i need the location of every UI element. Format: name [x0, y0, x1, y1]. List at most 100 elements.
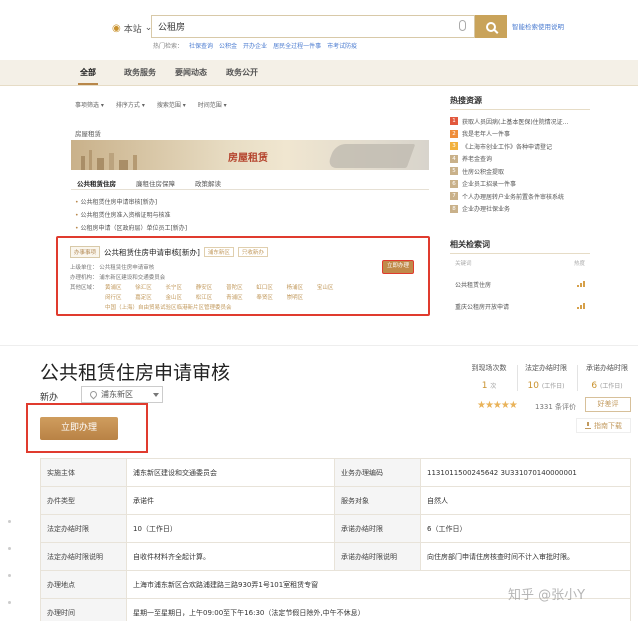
district-link[interactable]: 松江区	[196, 293, 213, 301]
related-term[interactable]: 公共租赁住房	[455, 280, 585, 289]
stat-unit: 次	[490, 383, 497, 390]
district-link[interactable]: 金山区	[166, 293, 183, 301]
policy-list: 公共租赁住房申请审核[新办] 公共租赁住房准入资格证明与核准 公租房申请（区政府…	[75, 196, 187, 235]
apply-now-button[interactable]: 立即办理	[40, 417, 118, 440]
hot-search-item[interactable]: 公积金	[219, 41, 237, 50]
table-row: 法定办结时限说明 自收件材料齐全起计算。 承诺办结时限说明 向住房部门申请住房核…	[40, 542, 631, 571]
result-dept: 上级单位： 公共租赁住房申请审核	[70, 265, 155, 271]
stat-visits: 到现场次数 1 次	[465, 363, 513, 391]
guide-download-button[interactable]: 指南下载	[576, 418, 631, 433]
field-value: 浦东新区建设和交通委员会	[126, 458, 335, 487]
hot-resource-link[interactable]: 企业办理社保业务	[462, 204, 510, 213]
subtab-policy[interactable]: 政策解读	[195, 178, 221, 188]
related-terms-header: 关键词 热度	[455, 259, 585, 267]
divider	[71, 189, 429, 190]
district-link[interactable]: 崇明区	[287, 293, 304, 301]
district-link[interactable]: 普陀区	[226, 283, 243, 291]
district-link[interactable]: 徐汇区	[135, 283, 152, 291]
nav-dot[interactable]	[8, 601, 11, 604]
hot-resource-link[interactable]: 获取人员因病(上基本医保)住院情况证...	[462, 117, 568, 126]
hot-resource-link[interactable]: 住房公积金提取	[462, 167, 504, 176]
district-link[interactable]: 虹口区	[256, 283, 273, 291]
table-row: 办件类型 承诺件 服务对象 自然人	[40, 486, 631, 515]
region-value: 浦东新区	[101, 390, 133, 399]
district-link[interactable]: 嘉定区	[135, 293, 152, 301]
district-link[interactable]: 中国（上海）自由贸易试验区临港新片区管理委员会	[105, 303, 232, 311]
region-select[interactable]: 浦东新区	[81, 386, 163, 403]
stat-label: 到现场次数	[471, 364, 507, 372]
district-link[interactable]: 奉贤区	[256, 293, 273, 301]
district-link[interactable]: 青浦区	[226, 293, 243, 301]
field-value: 6（工作日）	[420, 514, 631, 543]
nav-dot[interactable]	[8, 520, 11, 523]
district-link[interactable]: 闵行区	[105, 293, 122, 301]
list-item[interactable]: 公租房申请（区政府层）单位员工[新办]	[75, 222, 187, 235]
district-link[interactable]: 宝山区	[317, 283, 334, 291]
hot-search-item[interactable]: 市考试防疫	[327, 41, 357, 50]
hot-resource-link[interactable]: 我是老年人一件事	[462, 129, 510, 138]
tab-gov-disclosure[interactable]: 政务公开	[226, 67, 258, 78]
stat-value: 1	[481, 381, 488, 391]
district-link[interactable]: 黄浦区	[105, 283, 122, 291]
search-help-link[interactable]: 智能检索使用说明	[512, 21, 564, 31]
hot-search-item[interactable]: 居民全过程一件事	[273, 41, 321, 50]
microphone-icon[interactable]	[459, 20, 466, 31]
search-scope-select[interactable]: ◉ 本站 ⌄	[112, 18, 152, 38]
tab-news[interactable]: 要闻动态	[175, 67, 207, 78]
field-label: 业务办理编码	[334, 458, 421, 487]
filter-item-type[interactable]: 事项筛选 ▾	[75, 100, 104, 109]
field-label: 实施主体	[40, 458, 127, 487]
related-term[interactable]: 重庆公租房开放申请	[455, 302, 585, 311]
topic-banner[interactable]: 房屋租赁	[71, 140, 429, 170]
filter-scope[interactable]: 搜索范围 ▾	[157, 100, 186, 109]
hot-resource-link[interactable]: 养老金查询	[462, 154, 492, 163]
list-item[interactable]: 8 企业办理社保业务	[450, 203, 590, 216]
result-apply-button[interactable]: 立即办理	[382, 260, 414, 274]
list-item[interactable]: 公共租赁住房准入资格证明与核准	[75, 209, 187, 222]
result-title-link[interactable]: 公共租赁住房申请审核[新办]	[104, 247, 200, 258]
nav-dot[interactable]	[8, 547, 11, 550]
list-item[interactable]: 7 个人办理居转户业务前置条件审核系统	[450, 190, 590, 203]
heat-bars-icon	[577, 303, 585, 309]
city-skyline-image	[71, 148, 191, 170]
download-icon	[585, 422, 591, 429]
nav-dot[interactable]	[8, 574, 11, 577]
list-item[interactable]: 3 《上海市创业工作》各种申请登记	[450, 140, 590, 153]
search-button[interactable]	[475, 15, 507, 38]
stat-value: 10	[527, 381, 539, 391]
result-tag: 只收新办	[237, 247, 268, 257]
divider	[577, 365, 578, 391]
district-link[interactable]: 杨浦区	[287, 283, 304, 291]
hot-resource-link[interactable]: 企业员工招录一件事	[462, 179, 516, 188]
rate-button[interactable]: 好差评	[585, 397, 631, 412]
rank-badge: 7	[450, 192, 458, 201]
filter-time[interactable]: 时间范围 ▾	[198, 100, 227, 109]
list-item[interactable]: 2 我是老年人一件事	[450, 128, 590, 141]
field-label: 服务对象	[334, 486, 421, 515]
list-item[interactable]: 公共租赁住房申请审核[新办]	[75, 196, 187, 209]
district-links-row: 中国（上海）自由贸易试验区临港新片区管理委员会	[105, 303, 244, 311]
filter-bar: 事项筛选 ▾ 排序方式 ▾ 搜索范围 ▾ 时间范围 ▾	[75, 100, 227, 109]
location-pin-icon	[88, 389, 99, 400]
filter-sort[interactable]: 排序方式 ▾	[116, 100, 145, 109]
field-value: 自收件材料齐全起计算。	[126, 542, 335, 571]
list-item[interactable]: 6 企业员工招录一件事	[450, 178, 590, 191]
district-link[interactable]: 静安区	[196, 283, 213, 291]
rank-badge: 3	[450, 142, 458, 151]
list-item[interactable]: 1 获取人员因病(上基本医保)住院情况证...	[450, 115, 590, 128]
tab-gov-service[interactable]: 政务服务	[124, 67, 156, 78]
hot-search-item[interactable]: 社保查询	[189, 41, 213, 50]
subtab-public-rental[interactable]: 公共租赁住房	[77, 178, 116, 188]
district-link[interactable]: 长宁区	[166, 283, 183, 291]
list-item[interactable]: 4 养老金查询	[450, 153, 590, 166]
search-input[interactable]	[152, 16, 442, 37]
list-item[interactable]: 5 住房公积金提取	[450, 165, 590, 178]
hot-resource-link[interactable]: 个人办理居转户业务前置条件审核系统	[462, 192, 564, 201]
hot-resource-link[interactable]: 《上海市创业工作》各种申请登记	[462, 142, 552, 151]
subtab-low-rent[interactable]: 廉租住房保障	[136, 178, 175, 188]
hot-search-item[interactable]: 开办企业	[243, 41, 267, 50]
divider	[0, 345, 638, 346]
tab-all[interactable]: 全部	[78, 67, 98, 85]
top-search-bar: ◉ 本站 ⌄ 智能检索使用说明 热门检索： 社保查询 公积金 开办企业 居民全过…	[0, 0, 638, 60]
rank-badge: 5	[450, 167, 458, 176]
